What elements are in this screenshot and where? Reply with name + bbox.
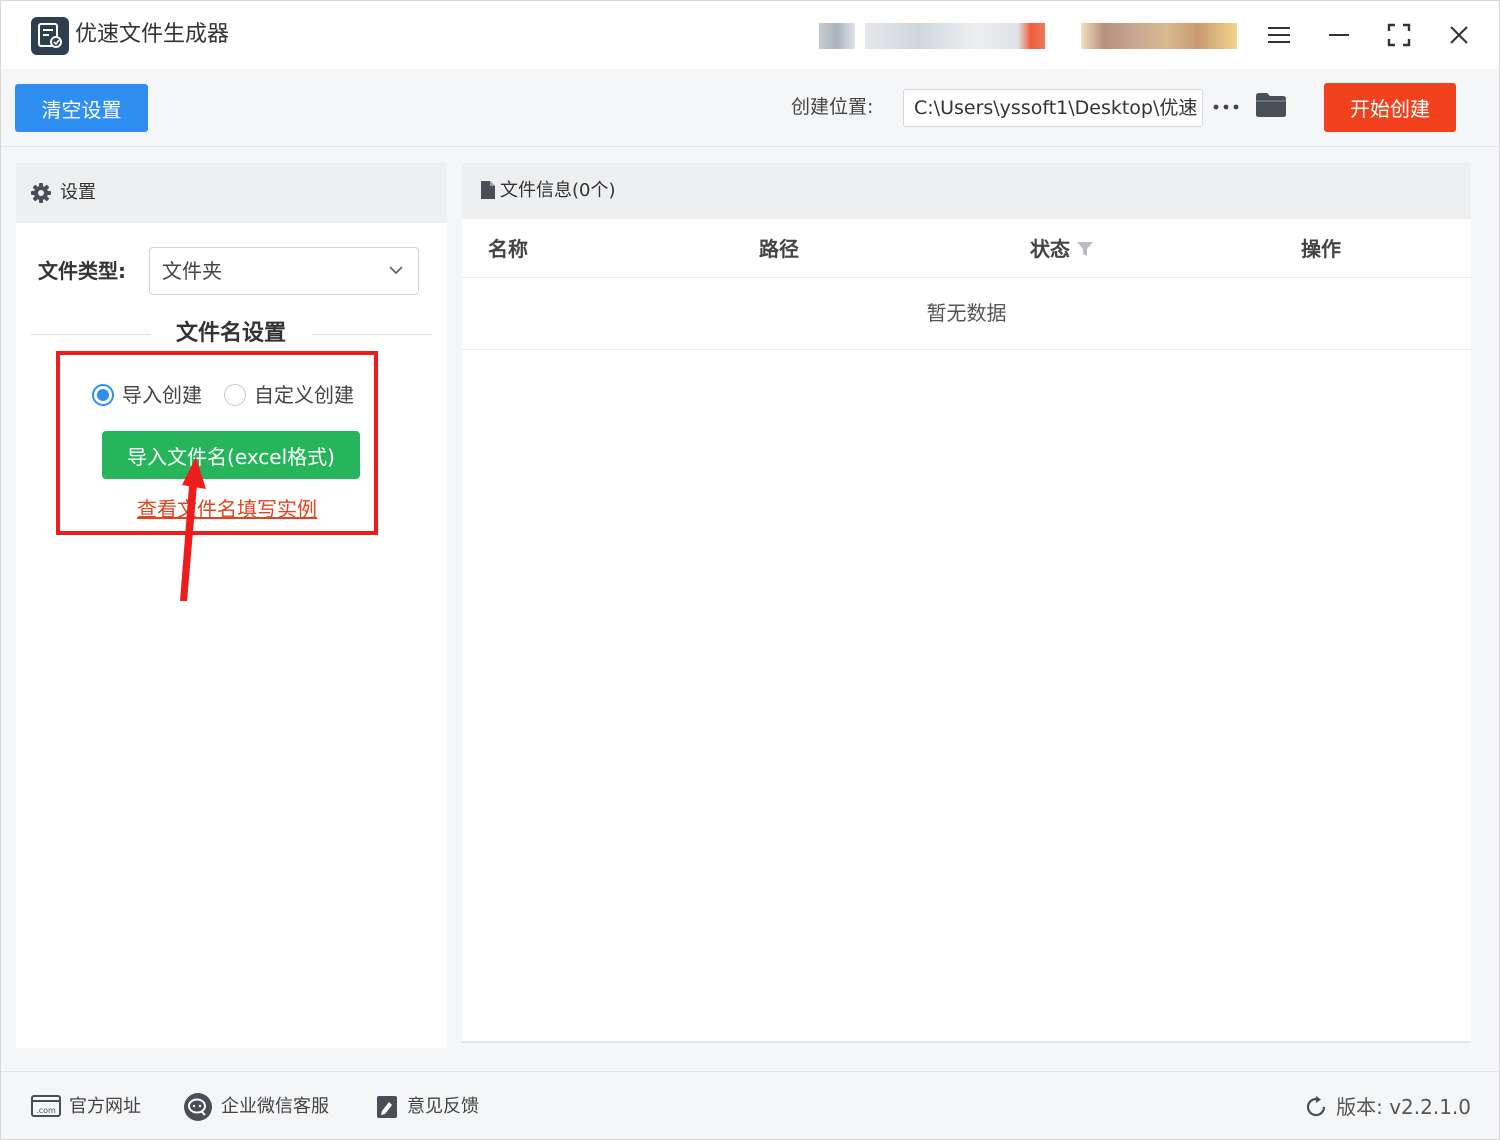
blurred-account-badge <box>1081 23 1237 49</box>
blurred-account-avatar <box>819 23 855 49</box>
annotation-arrow-icon <box>180 457 206 601</box>
filter-icon[interactable] <box>1076 241 1094 257</box>
wechat-support-label: 企业微信客服 <box>221 1096 329 1117</box>
file-type-label: 文件类型: <box>38 259 126 283</box>
maximize-icon[interactable] <box>1379 15 1419 55</box>
close-icon[interactable] <box>1439 15 1479 55</box>
section-divider-right <box>312 334 432 335</box>
menu-icon[interactable] <box>1259 15 1299 55</box>
title-bar: 优速文件生成器 <box>1 1 1499 69</box>
feedback-link[interactable]: 意见反馈 <box>375 1092 479 1122</box>
table-header-divider <box>462 277 1471 278</box>
clear-settings-button[interactable]: 清空设置 <box>15 84 148 132</box>
column-header-status-label: 状态 <box>1030 237 1070 261</box>
location-label: 创建位置: <box>791 96 874 118</box>
file-info-panel: 文件信息(0个) 名称 路径 状态 操作 暂无数据 <box>462 163 1471 1043</box>
official-site-link[interactable]: .com 官方网址 <box>31 1092 141 1122</box>
column-header-action: 操作 <box>1301 237 1341 261</box>
file-type-value: 文件夹 <box>162 259 222 283</box>
column-header-path: 路径 <box>759 237 799 261</box>
empty-table-message: 暂无数据 <box>926 301 1007 325</box>
file-type-select[interactable]: 文件夹 <box>149 247 419 295</box>
file-icon <box>481 181 495 199</box>
column-header-name: 名称 <box>488 237 528 261</box>
more-icon[interactable] <box>1211 93 1241 121</box>
settings-panel: 设置 文件类型: 文件夹 文件名设置 导入创建 自定义创建 导入文件名(exce… <box>16 163 447 1048</box>
wechat-support-link[interactable]: 企业微信客服 <box>183 1092 329 1122</box>
app-title: 优速文件生成器 <box>75 22 230 47</box>
settings-header: 设置 <box>16 163 447 223</box>
location-input[interactable]: C:\Users\yssoft1\Desktop\优速 <box>903 89 1203 127</box>
minimize-icon[interactable] <box>1319 15 1359 55</box>
version-info[interactable]: 版本: v2.2.1.0 <box>1304 1092 1471 1122</box>
toolbar: 清空设置 创建位置: C:\Users\yssoft1\Desktop\优速 开… <box>1 69 1499 147</box>
website-icon: .com <box>31 1095 61 1117</box>
svg-text:.com: .com <box>36 1106 56 1115</box>
annotation-highlight-box <box>56 351 378 535</box>
refresh-icon[interactable] <box>1304 1095 1328 1119</box>
filename-settings-title: 文件名设置 <box>175 321 286 346</box>
feedback-icon <box>377 1096 397 1118</box>
file-refresh-icon <box>31 17 69 55</box>
file-info-header-label: 文件信息(0个) <box>500 180 616 201</box>
section-divider-left <box>31 334 151 335</box>
settings-header-label: 设置 <box>60 182 96 203</box>
column-header-status[interactable]: 状态 <box>1030 235 1094 263</box>
file-info-header: 文件信息(0个) <box>462 163 1471 219</box>
gear-icon <box>31 183 51 203</box>
footer-bar: .com 官方网址 企业微信客服 意见反馈 版本: v2.2.1.0 <box>1 1071 1499 1139</box>
folder-icon[interactable] <box>1255 91 1289 123</box>
app-window: 优速文件生成器 清空设置 创建位置: C:\Users\yssoft1\Desk… <box>0 0 1500 1140</box>
table-row-divider <box>462 349 1471 350</box>
panel-bottom-border <box>462 1041 1471 1043</box>
wechat-support-icon <box>184 1093 212 1121</box>
start-create-button[interactable]: 开始创建 <box>1324 83 1456 132</box>
official-site-label: 官方网址 <box>69 1096 141 1117</box>
feedback-label: 意见反馈 <box>407 1096 479 1117</box>
chevron-down-icon <box>389 266 403 275</box>
version-label: 版本: v2.2.1.0 <box>1336 1095 1471 1119</box>
blurred-account-info <box>865 23 1045 49</box>
